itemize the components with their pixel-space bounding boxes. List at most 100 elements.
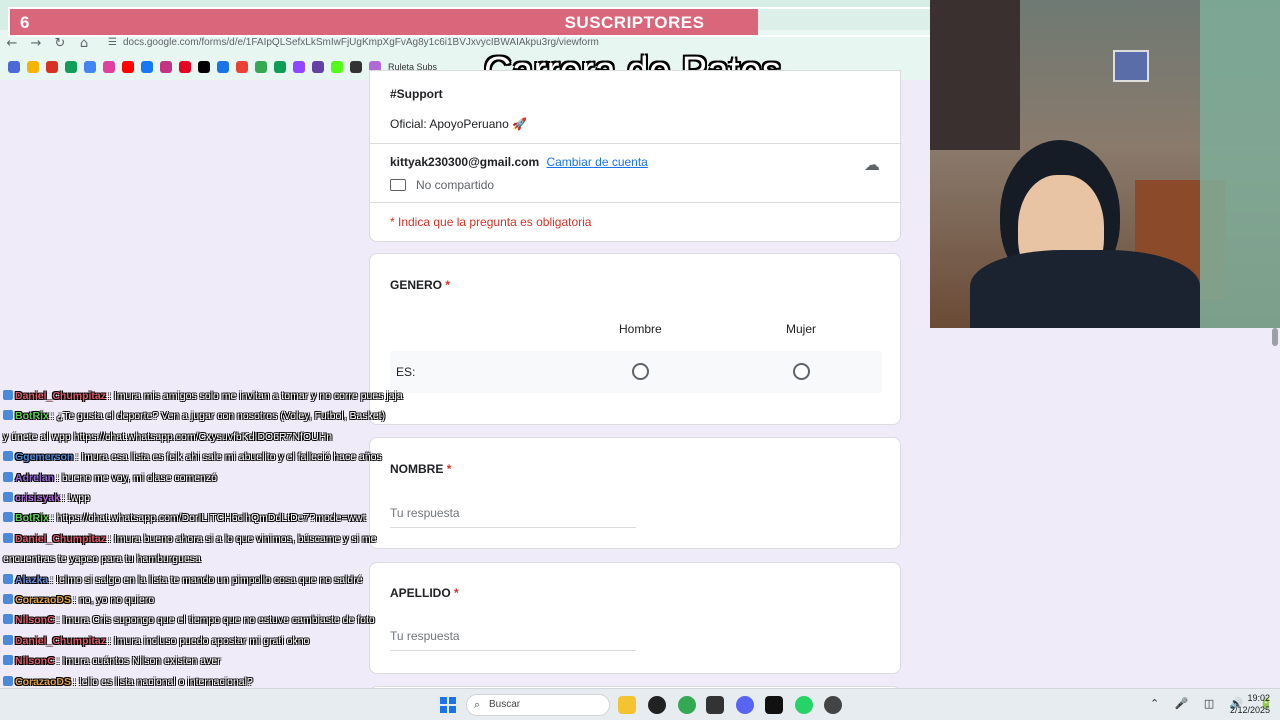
download-icon[interactable]: [312, 61, 324, 73]
chat-text: : Imura mis amigos solo me invitan a tom…: [108, 390, 403, 402]
tiktok-icon[interactable]: [198, 61, 210, 73]
chat-text: : ¿Te gusta el deporte? Ven a jugar con …: [50, 410, 386, 423]
forward-icon[interactable]: →: [24, 36, 48, 51]
chat-badge-icon: [3, 594, 13, 605]
docs-icon[interactable]: [84, 61, 96, 73]
chat-text: encuentras te yapeo para tu hamburguesa: [3, 553, 201, 566]
not-shared-icon: [390, 179, 406, 191]
twitch-icon[interactable]: [293, 61, 305, 73]
chat-message: Alazka: !elmo si salgo en la lista te ma…: [3, 570, 443, 590]
chat-username: Daniel_Chumpitaz: [15, 390, 107, 402]
divider: [370, 143, 902, 144]
chat-text: : Imura esa lista es feik ahi sale mi ab…: [75, 451, 382, 464]
taskbar-search[interactable]: ⌕ Buscar: [466, 694, 610, 716]
chat-username: CorazaoDS: [15, 675, 72, 688]
obs-icon[interactable]: [824, 696, 842, 714]
maps-icon[interactable]: [274, 61, 286, 73]
chatgpt-icon[interactable]: [648, 696, 666, 714]
required-note: * Indica que la pregunta es obligatoria: [390, 215, 592, 229]
chat-badge-icon: [3, 614, 13, 625]
whatsapp-icon[interactable]: [795, 696, 813, 714]
meet-icon[interactable]: [65, 61, 77, 73]
question-genero: GENERO * Hombre Mujer ES:: [369, 253, 901, 425]
chat-badge-icon: [3, 390, 13, 400]
gmail-icon[interactable]: [46, 61, 58, 73]
chat-message: NilsonC: Imura Cris supongo que el tiemp…: [3, 610, 443, 630]
chat-username: Alazka: [15, 573, 49, 586]
chat-text: : !wpp: [61, 492, 90, 505]
taskbar-clock[interactable]: 19:02 2/12/2025: [1230, 692, 1270, 716]
facebook-icon[interactable]: [141, 61, 153, 73]
chrome-bookmark-icon[interactable]: [236, 61, 248, 73]
chat-username: crisisyak: [15, 492, 60, 505]
switch-account-link[interactable]: Cambiar de cuenta: [546, 155, 647, 169]
chat-text: : https://chat.whatsapp.com/DorILITCH6cl…: [50, 512, 366, 525]
chat-username: CorazaoDS: [15, 594, 72, 607]
chat-text: : Imura incluso puedo apostar mi grati o…: [108, 634, 310, 647]
taskbar: ⌕ Buscar ⌃ 🎤 ◫ 🔊 🔋 19:02 2/12/2025: [0, 688, 1280, 720]
chat-username: BotRix: [15, 410, 49, 423]
column-mujer: Mujer: [786, 322, 817, 336]
slack-icon[interactable]: [103, 61, 115, 73]
chat-badge-icon: [3, 634, 13, 645]
webcam-feed: [930, 0, 1280, 328]
chat-message: Daniel_Chumpitaz: Imura bueno ahora si a…: [3, 529, 443, 549]
drive-icon[interactable]: [27, 61, 39, 73]
notion-icon[interactable]: [765, 696, 783, 714]
chat-message: CorazaoDS: no, yo no quiero: [3, 590, 443, 610]
chat-text: : bueno me voy, mi clase comenzó: [56, 471, 217, 484]
chat-text: : !elio es lista nacional o internaciona…: [73, 675, 253, 688]
chat-username: Adrelan: [15, 471, 55, 484]
required-asterisk: *: [454, 586, 459, 600]
chat-text: : Imura cuántos Nilson existen aver: [56, 655, 221, 668]
chat-badge-icon: [3, 471, 13, 482]
chrome-icon[interactable]: [678, 696, 696, 714]
chat-username: NilsonC: [15, 655, 55, 668]
radio-mujer[interactable]: [793, 363, 810, 380]
taskbar-search-label: Buscar: [489, 699, 521, 710]
pinterest-icon[interactable]: [179, 61, 191, 73]
page-scrollbar[interactable]: [1270, 80, 1280, 685]
chat-message: NilsonC: Imura cuántos Nilson existen av…: [3, 651, 443, 671]
chat-message: crisisyak: !wpp: [3, 488, 443, 508]
capcut-icon[interactable]: [706, 696, 724, 714]
reload-icon[interactable]: ↻: [48, 36, 72, 51]
discord-icon[interactable]: [736, 696, 754, 714]
scrollbar-thumb[interactable]: [1272, 328, 1278, 346]
rocket-icon: 🚀: [512, 117, 528, 131]
support-tag: #Support: [390, 87, 443, 101]
chat-text: : no, yo no quiero: [73, 594, 155, 607]
youtube-icon[interactable]: [122, 61, 134, 73]
form-header-card: #Support Oficial: ApoyoPeruano 🚀 kittyak…: [369, 70, 902, 242]
windows-start-icon[interactable]: [440, 697, 456, 713]
chat-message: BotRix: ¿Te gusta el deporte? Ven a juga…: [3, 406, 443, 426]
clock-date: 2/12/2025: [1229, 705, 1270, 715]
file-explorer-icon[interactable]: [618, 696, 636, 714]
chat-badge-icon: [3, 573, 13, 584]
webcam-person-body: [970, 250, 1200, 328]
question-title: GENERO *: [390, 278, 450, 292]
apps-icon[interactable]: [8, 61, 20, 73]
oficial-line: Oficial: ApoyoPeruano 🚀: [390, 117, 527, 131]
back-icon[interactable]: ←: [0, 36, 24, 51]
chat-badge-icon: [3, 655, 13, 666]
radio-hombre[interactable]: [632, 363, 649, 380]
chat-message: BotRix: https://chat.whatsapp.com/DorILI…: [3, 508, 443, 528]
chat-text: : !elmo si salgo en la lista te mando un…: [50, 573, 363, 586]
required-asterisk: *: [445, 278, 451, 292]
stream-chat: Daniel_Chumpitaz: Imura mis amigos solo …: [3, 386, 443, 692]
chat-username: Ggemerson: [15, 451, 74, 464]
account-email: kittyak230300@gmail.com: [390, 155, 540, 169]
question-title-text: GENERO: [390, 278, 443, 292]
chat-username: Daniel_Chumpitaz: [15, 634, 107, 647]
chat-badge-icon: [3, 410, 13, 421]
not-shared-text: No compartido: [416, 178, 495, 192]
question-nombre: NOMBRE * Tu respuesta: [369, 437, 901, 549]
home-icon[interactable]: ⌂: [72, 36, 96, 51]
instagram-icon[interactable]: [160, 61, 172, 73]
kick-icon[interactable]: [331, 61, 343, 73]
translate-icon[interactable]: [217, 61, 229, 73]
spotify-icon[interactable]: [255, 61, 267, 73]
search-icon: ⌕: [474, 698, 481, 711]
extension-icon[interactable]: [350, 61, 362, 73]
